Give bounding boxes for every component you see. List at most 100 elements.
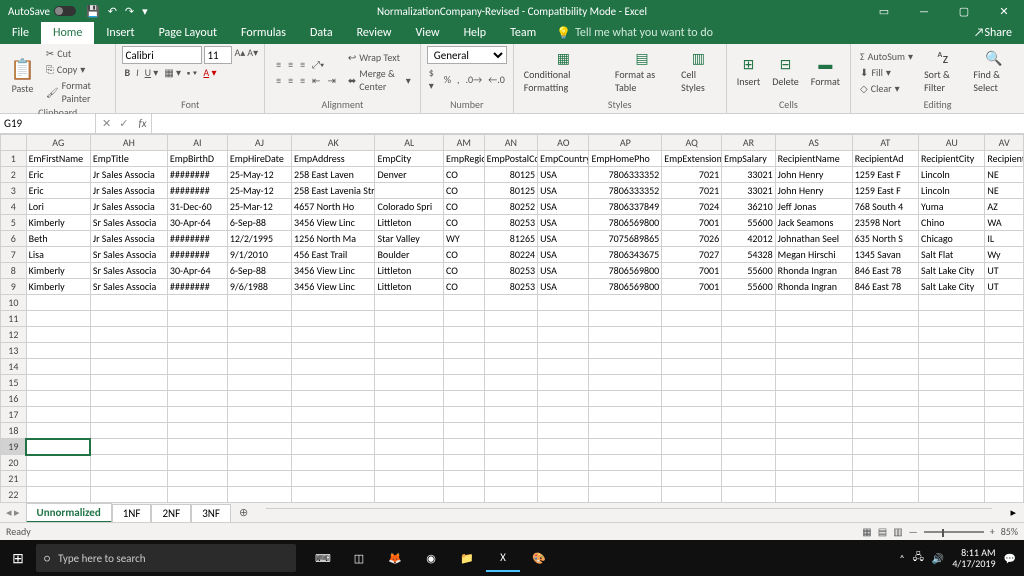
cell[interactable]: EmpPostalCo [484,151,538,167]
cell[interactable] [26,327,90,343]
cell[interactable] [26,471,90,487]
cell[interactable]: USA [538,231,589,247]
cell[interactable]: Sr Sales Associa [90,247,167,263]
cell[interactable] [985,311,1024,327]
font-size-combo[interactable] [204,46,232,64]
cell[interactable] [292,375,375,391]
cell[interactable] [375,375,443,391]
comma-button[interactable]: , [455,73,462,86]
cell[interactable] [662,327,722,343]
cell[interactable] [26,311,90,327]
cell[interactable]: 33021 [722,167,776,183]
cell[interactable]: 36210 [722,199,776,215]
cell[interactable]: 7001 [662,279,722,295]
paste-button[interactable]: 📋 Paste [6,55,39,97]
cell[interactable] [852,391,918,407]
cell[interactable] [167,487,227,503]
tray-up-icon[interactable]: ˄ [899,552,904,565]
cell[interactable]: 7021 [662,167,722,183]
merge-center-button[interactable]: ⬌ Merge & Center ▾ [345,66,414,94]
cell[interactable] [443,359,484,375]
sheet-tab-2nf[interactable]: 2NF [151,504,191,522]
cell[interactable] [538,359,589,375]
col-header[interactable]: AH [90,135,167,151]
cell[interactable] [26,407,90,423]
cell[interactable] [292,295,375,311]
scroll-right-icon[interactable]: ▸ [1002,506,1024,519]
cell[interactable]: CO [443,199,484,215]
format-cells-button[interactable]: ▬Format [807,55,844,90]
cell[interactable]: CO [443,215,484,231]
cell[interactable]: 12/2/1995 [227,231,291,247]
cell[interactable] [375,311,443,327]
cell[interactable]: 7021 [662,183,722,199]
tab-team[interactable]: Team [498,22,548,44]
sheet-tab-1nf[interactable]: 1NF [112,504,152,522]
cell[interactable]: 7806337849 [589,199,662,215]
cell[interactable] [589,359,662,375]
cell[interactable] [662,375,722,391]
cell[interactable]: 768 South 4 [852,199,918,215]
zoom-out-icon[interactable]: — [909,525,918,538]
increase-decimal-icon[interactable]: .0→ [463,73,484,86]
align-middle-icon[interactable]: ≡ [286,58,295,71]
cell[interactable] [538,311,589,327]
cell[interactable] [852,439,918,455]
fill-button[interactable]: ⬇ Fill ▾ [857,65,916,80]
cell[interactable] [589,295,662,311]
cell[interactable]: Kimberly [26,215,90,231]
cell[interactable]: EmpSalary [722,151,776,167]
cell[interactable]: RecipientR [985,151,1024,167]
cell[interactable] [484,423,538,439]
cell[interactable]: ######## [167,167,227,183]
cell[interactable] [985,471,1024,487]
cell[interactable]: 55600 [722,215,776,231]
currency-button[interactable]: $ ▾ [427,66,440,92]
cell[interactable]: Chicago [919,231,985,247]
cell[interactable] [662,343,722,359]
cell[interactable]: AZ [985,199,1024,215]
taskbar-firefox-icon[interactable]: 🦊 [378,544,412,572]
cell[interactable]: Star Valley [375,231,443,247]
cell[interactable] [538,487,589,503]
cell[interactable] [227,471,291,487]
cell[interactable]: 7075689865 [589,231,662,247]
tray-notifications-icon[interactable]: 💬 [1004,552,1016,565]
cell[interactable]: 80253 [484,279,538,295]
conditional-formatting-button[interactable]: ▦Conditional Formatting [520,48,607,96]
cell[interactable]: Salt Flat [919,247,985,263]
cell[interactable]: 7001 [662,263,722,279]
cell[interactable] [985,295,1024,311]
cell[interactable] [775,327,852,343]
cell[interactable] [852,455,918,471]
close-button[interactable]: ✕ [984,0,1024,22]
orientation-icon[interactable]: ⤢▾ [310,58,326,71]
cell[interactable]: Jeff Jonas [775,199,852,215]
cell[interactable] [919,487,985,503]
cell[interactable] [852,375,918,391]
cell[interactable] [852,327,918,343]
cell[interactable]: 7806569800 [589,215,662,231]
cell[interactable] [375,327,443,343]
cell[interactable] [90,487,167,503]
cell[interactable] [919,343,985,359]
cell[interactable] [589,471,662,487]
cell[interactable] [662,295,722,311]
cell[interactable]: 456 East Trail [292,247,375,263]
cell[interactable] [375,183,443,199]
row-header[interactable]: 8 [1,263,27,279]
insert-cells-button[interactable]: ⊞Insert [733,55,765,90]
cell[interactable] [852,311,918,327]
cell[interactable] [26,343,90,359]
cell[interactable] [722,311,776,327]
cell[interactable] [484,327,538,343]
cell[interactable]: Jr Sales Associa [90,183,167,199]
cell[interactable]: EmpBirthD [167,151,227,167]
cell[interactable] [292,471,375,487]
view-page-layout-icon[interactable]: ▤ [878,525,887,538]
cell[interactable]: 80125 [484,167,538,183]
format-painter-button[interactable]: 🖌 Format Painter [43,78,110,106]
cell[interactable] [589,455,662,471]
cell[interactable] [919,359,985,375]
cell[interactable] [227,455,291,471]
